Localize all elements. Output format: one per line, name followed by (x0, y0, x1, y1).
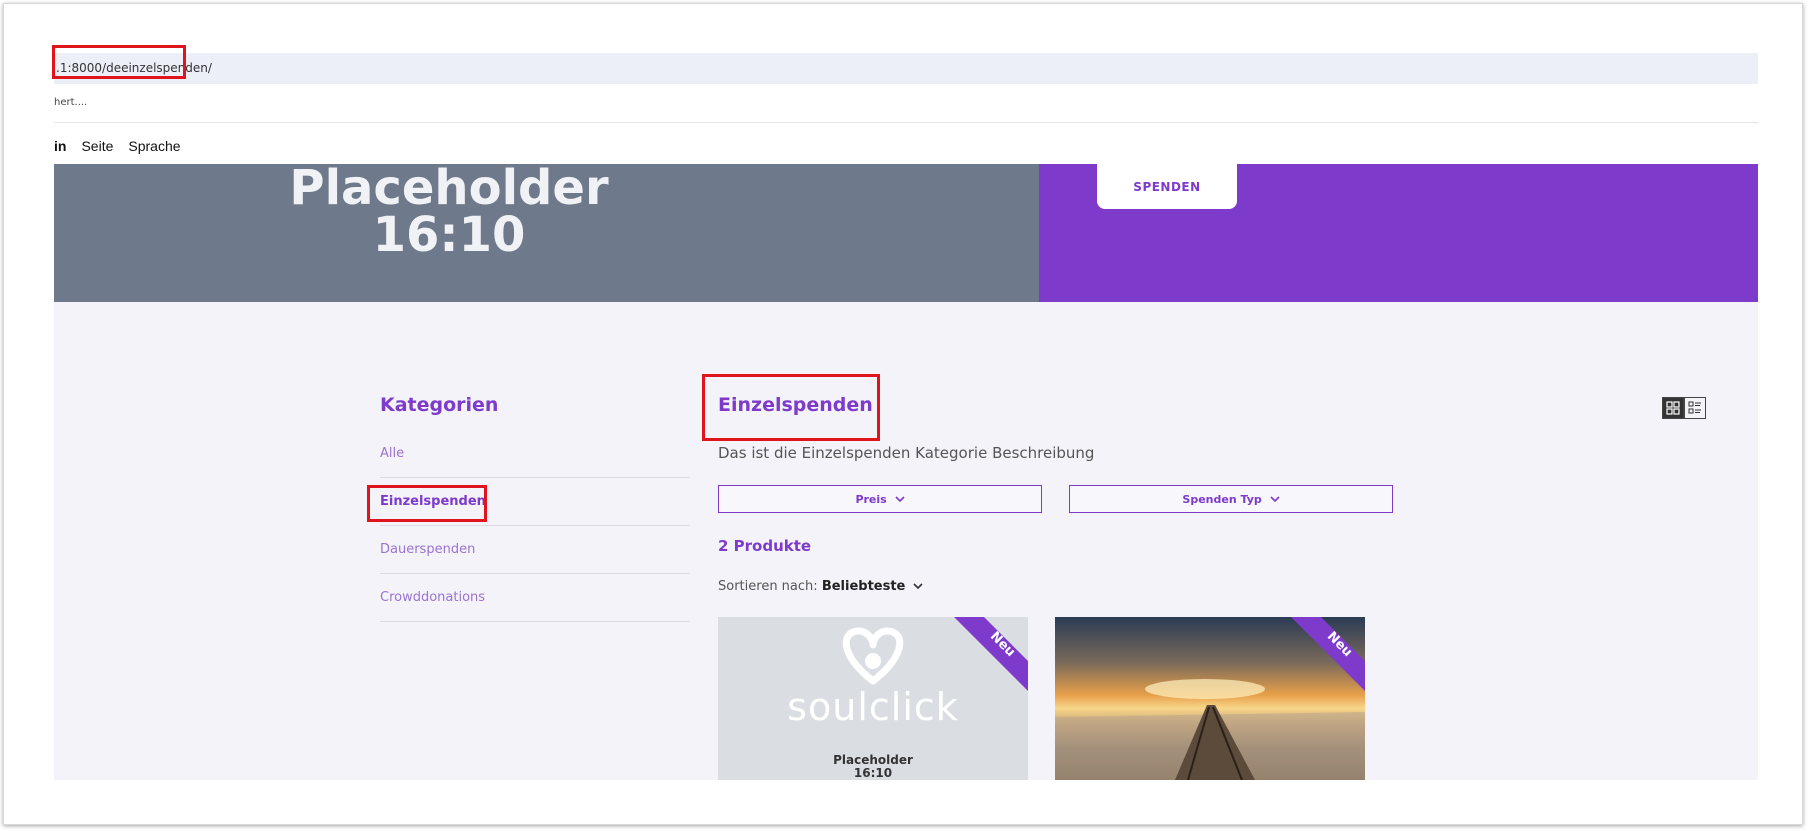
sidebar-item-dauerspenden[interactable]: Dauerspenden (380, 526, 690, 574)
status-subline: hert.... (54, 97, 88, 108)
toolbar-item-sprache[interactable]: Sprache (128, 138, 180, 154)
address-bar[interactable]: .1:8000/deeinzelspenden/ (54, 53, 1758, 84)
sort-value: Beliebteste (821, 579, 906, 594)
page-title: Einzelspenden (718, 394, 873, 416)
category-description: Das ist die Einzelspenden Kategorie Besc… (718, 444, 1095, 462)
sidebar-title: Kategorien (380, 394, 499, 416)
filter-preis[interactable]: Preis (718, 485, 1042, 513)
filter-spenden-typ[interactable]: Spenden Typ (1069, 485, 1393, 513)
hero-placeholder-line2: 16:10 (372, 207, 526, 263)
url-prefix: .1:8000/de (56, 61, 122, 75)
product-count: 2 Produkte (718, 537, 812, 555)
screenshot-frame: .1:8000/deeinzelspenden/ hert.... in Sei… (3, 3, 1803, 825)
product-card[interactable]: Neu (1055, 617, 1365, 780)
hero-placeholder-line1: Placeholder (289, 160, 609, 216)
toolbar-item-admin[interactable]: in (54, 138, 66, 154)
hero-image-placeholder: Placeholder 16:10 (54, 160, 1039, 302)
sidebar-item-alle[interactable]: Alle (380, 430, 690, 478)
admin-toolbar: in Seite Sprache (54, 138, 181, 154)
chevron-down-icon (1266, 493, 1280, 506)
card-placeholder-text: Placeholder 16:10 (718, 754, 1028, 780)
sort-dropdown[interactable]: Sortieren nach: Beliebteste (718, 579, 923, 594)
spenden-button[interactable]: SPENDEN (1097, 164, 1237, 209)
sidebar-item-einzelspenden[interactable]: Einzelspenden (380, 478, 690, 526)
grid-view-icon[interactable] (1662, 397, 1684, 419)
toolbar-item-seite[interactable]: Seite (81, 138, 113, 154)
new-badge: Neu (1291, 617, 1365, 691)
soulclick-wordmark: soulclick (787, 685, 959, 729)
list-view-icon[interactable] (1684, 397, 1706, 419)
chevron-down-icon (910, 579, 923, 594)
filter-spenden-typ-label: Spenden Typ (1182, 493, 1262, 506)
view-toggle (1662, 397, 1706, 419)
sidebar-item-crowddonations[interactable]: Crowddonations (380, 574, 690, 622)
chevron-down-icon (891, 493, 905, 506)
product-card[interactable]: soulclick Placeholder 16:10 Neu (718, 617, 1028, 780)
category-list: Alle Einzelspenden Dauerspenden Crowddon… (380, 430, 690, 622)
header-divider (54, 122, 1758, 123)
card-placeholder-line2: 16:10 (853, 766, 893, 780)
sort-label: Sortieren nach: (718, 579, 818, 594)
url-path: einzelspenden/ (121, 61, 212, 75)
category-page: Kategorien Alle Einzelspenden Dauerspend… (54, 302, 1758, 780)
hero-cta-panel: SPENDEN (1039, 164, 1758, 302)
filter-preis-label: Preis (855, 493, 887, 506)
new-badge: Neu (954, 617, 1028, 691)
